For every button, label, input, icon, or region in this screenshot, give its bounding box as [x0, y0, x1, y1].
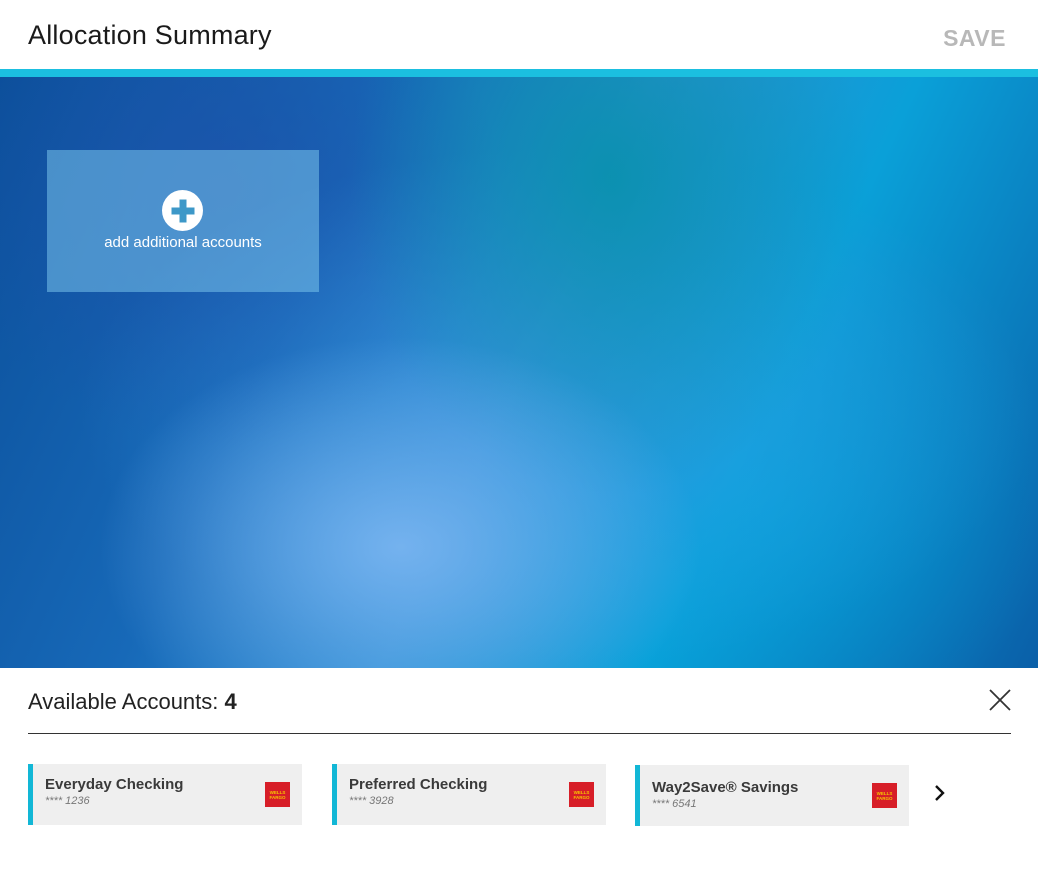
account-name: Way2Save® Savings [652, 779, 799, 796]
account-number: **** 1236 [45, 795, 90, 807]
account-number: **** 3928 [349, 795, 394, 807]
panel-divider [28, 733, 1011, 734]
wells-fargo-logo-icon: WELLS FARGO [265, 782, 290, 807]
available-accounts-count: 4 [224, 689, 237, 714]
accent-divider [0, 69, 1038, 77]
account-card-preferred-checking[interactable]: Preferred Checking **** 3928 WELLS FARGO [332, 764, 606, 825]
allocation-canvas: add additional accounts [0, 77, 1038, 668]
wells-fargo-logo-icon: WELLS FARGO [569, 782, 594, 807]
account-name: Everyday Checking [45, 776, 184, 793]
close-icon[interactable] [987, 687, 1013, 713]
account-number: **** 6541 [652, 798, 697, 810]
available-accounts-panel: Available Accounts: 4 Everyday Checking … [0, 668, 1038, 879]
add-accounts-label: add additional accounts [104, 234, 262, 251]
wells-fargo-logo-icon: WELLS FARGO [872, 783, 897, 808]
account-name: Preferred Checking [349, 776, 488, 793]
account-card-way2save-savings[interactable]: Way2Save® Savings **** 6541 WELLS FARGO [635, 765, 909, 826]
save-button[interactable]: SAVE [943, 25, 1006, 52]
add-accounts-card[interactable]: add additional accounts [47, 150, 319, 292]
header-bar: Allocation Summary SAVE [0, 0, 1038, 69]
account-card-everyday-checking[interactable]: Everyday Checking **** 1236 WELLS FARGO [28, 764, 302, 825]
page-title: Allocation Summary [28, 20, 272, 50]
chevron-right-icon[interactable] [930, 781, 950, 805]
plus-circle-icon [162, 190, 203, 231]
available-accounts-heading: Available Accounts: 4 [28, 689, 237, 715]
available-accounts-label: Available Accounts: [28, 689, 225, 714]
